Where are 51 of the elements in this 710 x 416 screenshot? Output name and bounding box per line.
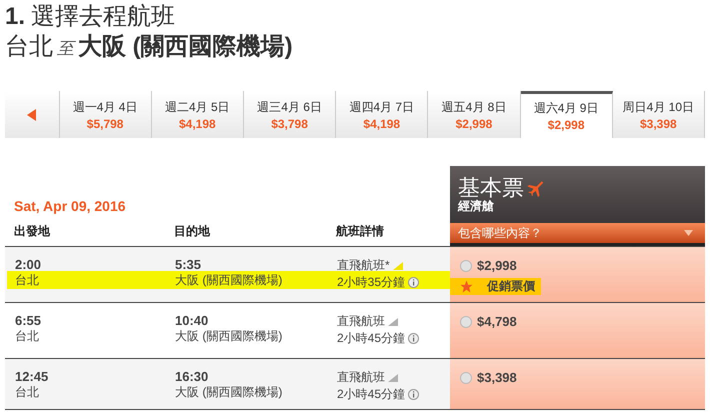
origin-city: 台北 bbox=[5, 32, 53, 62]
connector-text: 至 bbox=[57, 38, 74, 60]
origin-city: 台北 bbox=[15, 328, 40, 345]
arrival-time: 5:35 bbox=[175, 257, 202, 272]
date-tab[interactable]: 週二4月 5日 $4,198 bbox=[152, 91, 244, 138]
tail-fin-icon bbox=[392, 262, 403, 270]
fare-price: $4,798 bbox=[477, 314, 517, 329]
flight-type: 直飛航班* bbox=[337, 257, 390, 274]
origin-city: 台北 bbox=[15, 384, 40, 401]
fare-radio[interactable] bbox=[460, 372, 472, 384]
arrival-time: 10:40 bbox=[175, 313, 210, 328]
column-header: 航班詳情 bbox=[336, 223, 384, 240]
flight-duration: 2小時45分鐘 bbox=[337, 386, 406, 403]
destination-airport: 大阪 (關西國際機場) bbox=[175, 384, 284, 401]
destination-airport: 大阪 (關西國際機場) bbox=[175, 272, 284, 289]
column-header: 目的地 bbox=[174, 223, 211, 240]
fare-price: $2,998 bbox=[477, 258, 517, 273]
tail-fin-icon bbox=[388, 374, 398, 382]
date-tab[interactable]: 週一4月 4日 $5,798 bbox=[60, 91, 152, 138]
fare-name: 基本票 bbox=[458, 176, 524, 200]
fare-radio[interactable] bbox=[460, 260, 472, 272]
flight-type: 直飛航班 bbox=[337, 369, 385, 386]
departure-time: 6:55 bbox=[15, 313, 42, 328]
info-icon[interactable] bbox=[408, 389, 420, 400]
flight-duration: 2小時35分鐘 bbox=[337, 274, 406, 291]
departure-time: 12:45 bbox=[15, 369, 50, 384]
info-icon[interactable] bbox=[408, 333, 420, 344]
destination-airport: 大阪 (關西國際機場) bbox=[175, 328, 284, 345]
fare-radio[interactable] bbox=[460, 316, 472, 328]
page-title: 選擇去程航班 bbox=[31, 2, 176, 32]
flight-duration: 2小時45分鐘 bbox=[337, 330, 406, 347]
flight-type: 直飛航班 bbox=[337, 313, 385, 330]
dropdown-caret-icon bbox=[684, 230, 693, 236]
star-icon bbox=[460, 280, 473, 293]
arrival-time: 16:30 bbox=[175, 369, 210, 384]
step-number: 1. bbox=[5, 2, 26, 32]
date-tab[interactable]: 週六4月 9日 $2,998 bbox=[520, 91, 613, 138]
date-tab[interactable]: 週三4月 6日 $3,798 bbox=[244, 91, 336, 138]
promo-label: 促銷票價 bbox=[487, 278, 535, 295]
left-arrow-icon bbox=[27, 108, 36, 120]
origin-city: 台北 bbox=[15, 272, 40, 289]
date-tab[interactable]: 週四4月 7日 $4,198 bbox=[336, 91, 428, 138]
column-header: 出發地 bbox=[13, 223, 51, 240]
date-tab[interactable]: 周日4月 10日 $3,398 bbox=[612, 91, 705, 138]
airplane-icon bbox=[526, 179, 544, 197]
destination-city: 大阪 (關西國際機場) bbox=[78, 32, 293, 62]
tail-fin-icon bbox=[388, 318, 398, 326]
flight-date: Sat, Apr 09, 2016 bbox=[13, 198, 127, 214]
departure-time: 2:00 bbox=[15, 257, 42, 272]
fare-price: $3,398 bbox=[477, 370, 517, 385]
cabin-class: 經濟艙 bbox=[456, 200, 495, 213]
